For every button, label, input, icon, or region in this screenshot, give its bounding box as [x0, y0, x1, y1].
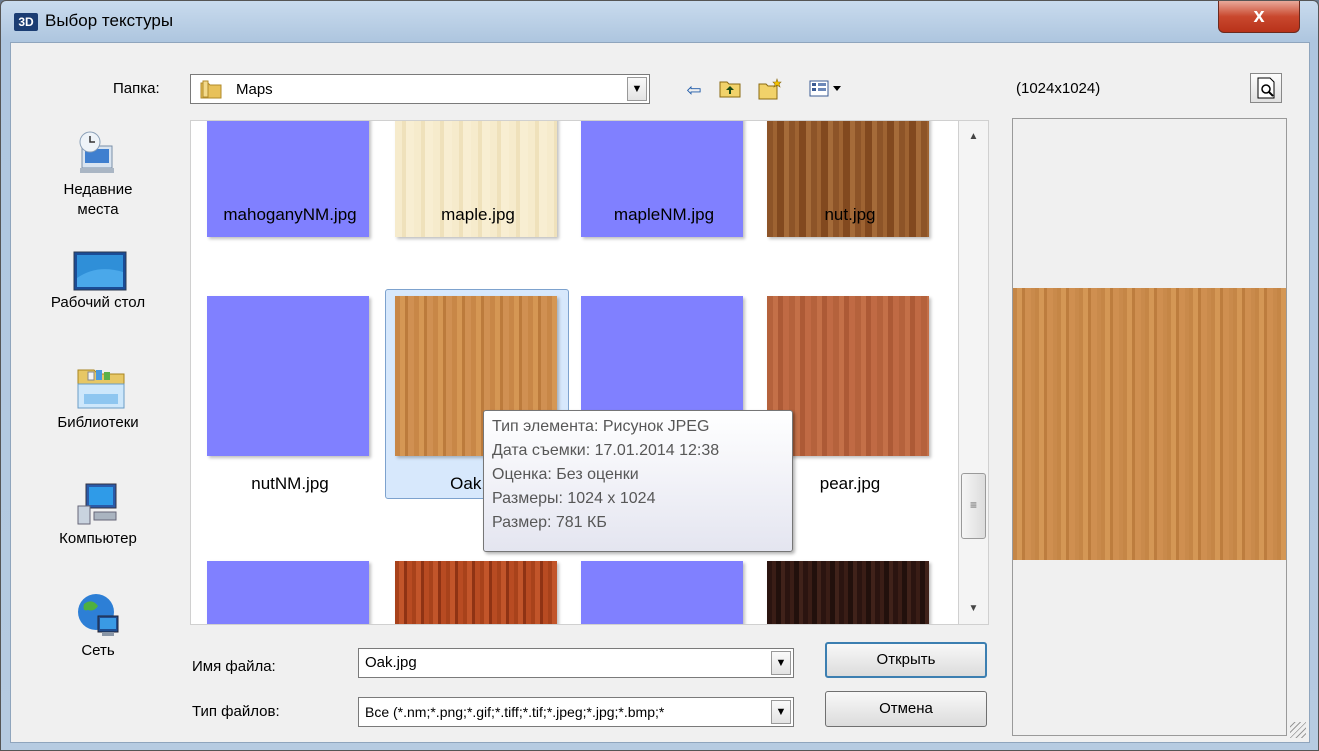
file-thumbnail	[207, 296, 369, 456]
filetype-label: Тип файлов:	[192, 703, 280, 720]
place-label: Компьютер	[59, 530, 137, 547]
network-globe-icon	[72, 590, 124, 642]
place-desktop[interactable]: Рабочий стол	[28, 248, 168, 311]
file-item[interactable]: mapleNM.jpg	[571, 121, 743, 287]
filename-value: Oak.jpg	[365, 654, 417, 671]
file-thumbnail	[395, 561, 557, 624]
file-item[interactable]: nutNM.jpg	[197, 296, 369, 506]
filename-label: Имя файла:	[192, 658, 276, 675]
file-item[interactable]	[571, 561, 743, 624]
new-folder-icon[interactable]	[758, 78, 782, 102]
preview-resolution: (1024x1024)	[1016, 80, 1101, 97]
title-bar[interactable]: 3D Выбор текстуры x	[1, 1, 1318, 43]
place-network[interactable]: Сеть	[28, 590, 168, 659]
libraries-icon	[72, 362, 125, 414]
tooltip-date: Дата съемки: 17.01.2014 12:38	[492, 442, 720, 459]
file-item[interactable]: mahoganyNM.jpg	[197, 121, 369, 287]
file-name: nutNM.jpg	[251, 474, 329, 493]
place-label: Библиотеки	[57, 414, 139, 431]
desktop-icon	[72, 248, 127, 300]
filetype-value: Все (*.nm;*.png;*.gif;*.tiff;*.tif;*.jpe…	[365, 704, 665, 720]
place-recent[interactable]: Недавние места	[28, 128, 168, 220]
view-menu-icon[interactable]	[808, 78, 848, 102]
file-item[interactable]	[197, 561, 369, 624]
file-name: mahoganyNM.jpg	[223, 205, 357, 224]
tooltip-dimensions: Размеры: 1024 x 1024	[492, 490, 656, 507]
file-item[interactable]	[385, 561, 557, 624]
recent-places-icon	[72, 128, 124, 180]
tooltip-size: Размер: 781 КБ	[492, 514, 607, 531]
folder-combo[interactable]: Maps ▼	[190, 74, 650, 104]
magnifier-page-icon	[1257, 77, 1275, 99]
file-item[interactable]: maple.jpg	[385, 121, 557, 287]
file-name: maple.jpg	[441, 205, 515, 224]
app-3d-icon: 3D	[14, 13, 38, 31]
file-item[interactable]: nut.jpg	[757, 121, 929, 287]
file-list-scrollbar[interactable]: ▲ ≡ ▼	[958, 120, 989, 625]
texture-preview-image	[1013, 288, 1286, 560]
preview-zoom-button[interactable]	[1250, 73, 1282, 103]
file-name: mapleNM.jpg	[613, 205, 715, 224]
places-bar: Недавние места Рабочий стол Библиотеки К…	[28, 120, 168, 680]
tooltip-type: Тип элемента: Рисунок JPEG	[492, 418, 710, 435]
place-computer[interactable]: Компьютер	[28, 478, 168, 547]
folder-icon	[200, 80, 222, 99]
scroll-thumb[interactable]: ≡	[961, 473, 986, 539]
scroll-down-icon[interactable]: ▼	[959, 597, 988, 621]
file-thumbnail	[207, 561, 369, 624]
open-button[interactable]: Открыть	[825, 642, 987, 678]
place-label: Недавние места	[63, 181, 133, 218]
chevron-down-icon[interactable]: ▼	[771, 700, 791, 724]
file-item[interactable]	[757, 561, 929, 624]
folder-label: Папка:	[113, 80, 160, 97]
scroll-up-icon[interactable]: ▲	[959, 125, 988, 149]
close-button[interactable]: x	[1218, 1, 1300, 33]
tooltip-rating: Оценка: Без оценки	[492, 466, 639, 483]
file-info-tooltip: Тип элемента: Рисунок JPEG Дата съемки: …	[483, 410, 793, 552]
filename-input[interactable]: Oak.jpg ▼	[358, 648, 794, 678]
window-title: Выбор текстуры	[45, 11, 174, 30]
folder-name: Maps	[236, 81, 273, 98]
filetype-select[interactable]: Все (*.nm;*.png;*.gif;*.tiff;*.tif;*.jpe…	[358, 697, 794, 727]
back-arrow-icon[interactable]: ⇦	[682, 78, 706, 102]
file-thumbnail	[581, 561, 743, 624]
file-thumbnail	[767, 561, 929, 624]
chevron-down-icon[interactable]: ▼	[771, 651, 791, 675]
chevron-down-icon[interactable]: ▼	[627, 77, 647, 101]
up-folder-icon[interactable]	[718, 78, 742, 102]
place-label: Сеть	[81, 642, 115, 659]
file-name: nut.jpg	[824, 205, 876, 224]
computer-icon	[72, 478, 124, 530]
place-libraries[interactable]: Библиотеки	[28, 362, 168, 431]
cancel-button[interactable]: Отмена	[825, 691, 987, 727]
resize-grip[interactable]	[1290, 722, 1306, 738]
